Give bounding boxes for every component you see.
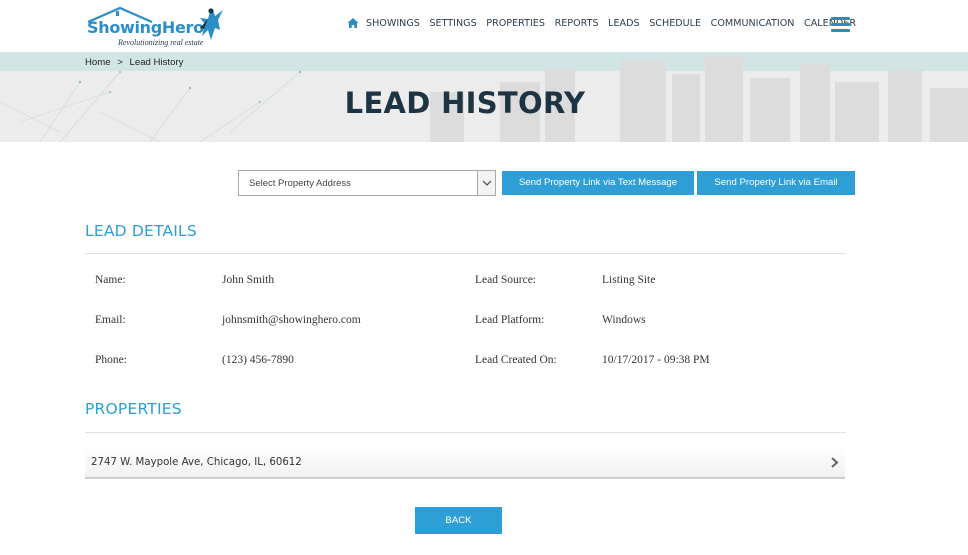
nav-showings[interactable]: SHOWINGS — [366, 18, 420, 29]
main-nav: SHOWINGS SETTINGS PROPERTIES REPORTS LEA… — [347, 17, 866, 29]
lead-platform-value: Windows — [602, 314, 646, 326]
page-title: LEAD HISTORY — [344, 86, 586, 120]
property-list-item[interactable]: 2747 W. Maypole Ave, Chicago, IL, 60612 — [85, 447, 845, 479]
lead-source-value: Listing Site — [602, 274, 656, 286]
nav-leads[interactable]: LEADS — [608, 18, 639, 29]
property-address: 2747 W. Maypole Ave, Chicago, IL, 60612 — [91, 457, 302, 468]
nav-settings[interactable]: SETTINGS — [429, 18, 476, 29]
property-address-select-value: Select Property Address — [249, 178, 351, 189]
breadcrumb-home-link[interactable]: Home — [85, 57, 111, 68]
nav-reports[interactable]: REPORTS — [555, 18, 599, 29]
lead-platform-label: Lead Platform: — [475, 314, 545, 326]
send-link-text-button[interactable]: Send Property Link via Text Message — [502, 171, 694, 195]
send-link-email-button[interactable]: Send Property Link via Email — [697, 171, 855, 195]
lead-created-label: Lead Created On: — [475, 354, 557, 366]
chevron-down-icon[interactable] — [477, 171, 495, 195]
name-label: Name: — [95, 274, 126, 286]
name-value: John Smith — [222, 274, 275, 286]
home-icon[interactable] — [347, 17, 359, 29]
nav-communication[interactable]: COMMUNICATION — [711, 18, 795, 29]
lead-created-value: 10/17/2017 - 09:38 PM — [602, 354, 710, 366]
phone-label: Phone: — [95, 354, 127, 366]
breadcrumb-current: Lead History — [129, 57, 184, 68]
breadcrumb-separator: > — [117, 57, 123, 68]
divider — [85, 253, 846, 254]
logo-brand-name: ShowingHero — [87, 18, 204, 37]
breadcrumb: Home > Lead History — [85, 57, 187, 68]
nav-schedule[interactable]: SCHEDULE — [649, 18, 701, 29]
chevron-right-icon[interactable] — [830, 457, 839, 468]
phone-value: (123) 456-7890 — [222, 354, 294, 366]
lead-details-heading: LEAD DETAILS — [85, 222, 197, 240]
showinghero-logo[interactable]: ShowingHero Revolutionizing real estate — [86, 6, 226, 48]
hamburger-menu-icon[interactable] — [831, 17, 850, 32]
divider — [85, 432, 846, 433]
back-button[interactable]: BACK — [415, 507, 502, 534]
nav-properties[interactable]: PROPERTIES — [486, 18, 545, 29]
property-address-select[interactable]: Select Property Address — [238, 170, 496, 196]
email-label: Email: — [95, 314, 126, 326]
properties-heading: PROPERTIES — [85, 400, 182, 418]
email-value: johnsmith@showinghero.com — [222, 314, 361, 326]
logo-tagline: Revolutionizing real estate — [118, 38, 204, 47]
lead-source-label: Lead Source: — [475, 274, 536, 286]
top-header: ShowingHero Revolutionizing real estate … — [0, 0, 968, 52]
page-banner: Home > Lead History LEAD HISTORY — [0, 52, 968, 142]
